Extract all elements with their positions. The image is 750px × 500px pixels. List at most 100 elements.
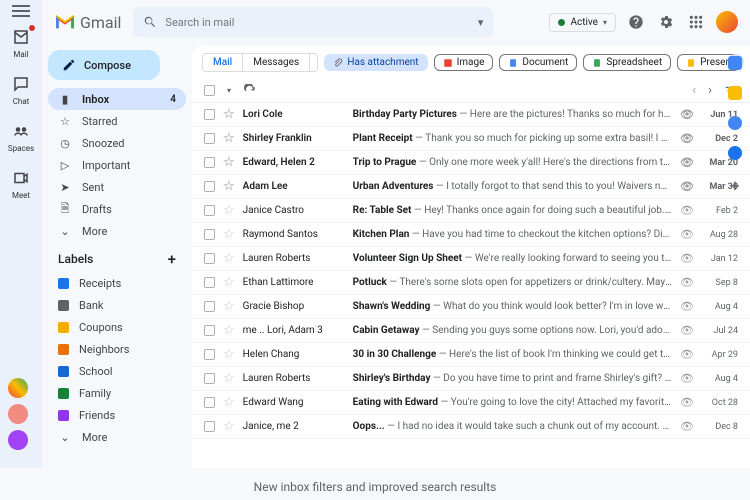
row-checkbox[interactable] [204,373,215,384]
keep-addon[interactable] [728,86,742,100]
visibility-icon[interactable]: 👁 [680,372,694,385]
row-checkbox[interactable] [204,253,215,264]
star-icon[interactable]: ☆ [223,251,235,266]
tab-spaces[interactable]: Spaces [310,54,318,71]
row-checkbox[interactable] [204,397,215,408]
compose-button[interactable]: Compose [48,50,160,80]
row-checkbox[interactable] [204,229,215,240]
email-row[interactable]: ☆Edward, Helen 2Trip to Prague — Only on… [192,151,750,175]
star-icon[interactable]: ☆ [223,275,235,290]
row-checkbox[interactable] [204,109,215,120]
star-icon[interactable]: ☆ [223,155,235,170]
next-page-button[interactable]: › [708,83,712,98]
visibility-icon[interactable]: 👁 [680,324,694,337]
row-checkbox[interactable] [204,421,215,432]
get-addons-button[interactable]: + [728,176,742,190]
search-options-icon[interactable]: ▾ [478,16,484,29]
presence-avatar[interactable] [8,404,28,424]
contacts-addon[interactable] [728,146,742,160]
visibility-icon[interactable]: 👁 [680,348,694,361]
visibility-icon[interactable]: 👁 [680,300,694,313]
row-checkbox[interactable] [204,181,215,192]
email-row[interactable]: ☆Janice CastroRe: Table Set — Hey! Thank… [192,199,750,223]
email-row[interactable]: ☆Lori ColeBirthday Party Pictures — Here… [192,103,750,127]
row-checkbox[interactable] [204,349,215,360]
tab-messages[interactable]: Messages [243,54,310,71]
nav-starred[interactable]: ☆Starred [48,110,186,132]
email-row[interactable]: ☆Edward WangEating with Edward — You're … [192,391,750,415]
star-icon[interactable]: ☆ [223,227,235,242]
visibility-icon[interactable]: 👁 [680,396,694,409]
select-menu-icon[interactable]: ▾ [227,86,231,95]
prev-page-button[interactable]: ‹ [692,83,696,98]
row-checkbox[interactable] [204,325,215,336]
visibility-icon[interactable]: 👁 [680,276,694,289]
email-row[interactable]: ☆Helen Chang30 in 30 Challenge — Here's … [192,343,750,367]
star-icon[interactable]: ☆ [223,131,235,146]
email-row[interactable]: ☆Janice, me 2Oops... — I had no idea it … [192,415,750,439]
row-checkbox[interactable] [204,205,215,216]
tab-mail[interactable]: Mail [203,54,243,71]
gmail-logo[interactable]: Gmail [54,13,121,32]
email-row[interactable]: ☆me .. Lori, Adam 3Cabin Getaway — Sendi… [192,319,750,343]
nav-important[interactable]: ▷Important [48,154,186,176]
label-receipts[interactable]: Receipts [48,272,186,294]
chip-image[interactable]: Image [434,54,494,71]
row-checkbox[interactable] [204,157,215,168]
refresh-button[interactable] [243,84,257,98]
chip-sheet[interactable]: Spreadsheet [583,54,671,71]
main-menu-button[interactable] [12,10,30,12]
search-input[interactable] [165,16,469,29]
visibility-icon[interactable]: 👁 [680,132,694,145]
star-icon[interactable]: ☆ [223,395,235,410]
add-label-button[interactable]: + [168,250,176,268]
visibility-icon[interactable]: 👁 [680,420,694,433]
chip-attach[interactable]: Has attachment [324,54,427,71]
visibility-icon[interactable]: 👁 [680,156,694,169]
settings-button[interactable] [656,12,676,32]
nav-more[interactable]: ⌄More [48,220,186,242]
account-avatar[interactable] [716,11,738,33]
star-icon[interactable]: ☆ [223,347,235,362]
select-all-checkbox[interactable] [204,85,215,96]
nav-drafts[interactable]: 🗎Drafts [48,198,186,220]
presence-avatar[interactable] [8,430,28,450]
nav-inbox[interactable]: ▮Inbox4 [48,88,186,110]
email-row[interactable]: ☆Lauren RobertsVolunteer Sign Up Sheet —… [192,247,750,271]
status-chip[interactable]: Active ▾ [549,13,616,32]
visibility-icon[interactable]: 👁 [680,228,694,241]
visibility-icon[interactable]: 👁 [680,252,694,265]
star-icon[interactable]: ☆ [223,107,235,122]
rail-spaces[interactable]: Spaces [8,120,34,153]
email-row[interactable]: ☆Raymond SantosKitchen Plan — Have you h… [192,223,750,247]
label-more[interactable]: ⌄More [48,426,186,448]
row-checkbox[interactable] [204,277,215,288]
rail-meet[interactable]: Meet [8,167,34,200]
support-button[interactable] [626,12,646,32]
chip-doc[interactable]: Document [499,54,577,71]
nav-snoozed[interactable]: ◷Snoozed [48,132,186,154]
label-school[interactable]: School [48,360,186,382]
visibility-icon[interactable]: 👁 [680,108,694,121]
email-row[interactable]: ☆Gracie BishopShawn's Wedding — What do … [192,295,750,319]
star-icon[interactable]: ☆ [223,419,235,434]
rail-chat[interactable]: Chat [8,73,34,106]
label-bank[interactable]: Bank [48,294,186,316]
visibility-icon[interactable]: 👁 [680,204,694,217]
row-checkbox[interactable] [204,133,215,144]
tasks-addon[interactable] [728,116,742,130]
star-icon[interactable]: ☆ [223,323,235,338]
email-row[interactable]: ☆Adam LeeUrban Adventures — I totally fo… [192,175,750,199]
star-icon[interactable]: ☆ [223,179,235,194]
email-row[interactable]: ☆Shirley FranklinPlant Receipt — Thank y… [192,127,750,151]
apps-button[interactable] [686,12,706,32]
label-coupons[interactable]: Coupons [48,316,186,338]
star-icon[interactable]: ☆ [223,371,235,386]
email-row[interactable]: ☆Lauren RobertsShirley's Birthday — Do y… [192,367,750,391]
search-bar[interactable]: ▾ [133,7,493,37]
nav-sent[interactable]: ➤Sent [48,176,186,198]
visibility-icon[interactable]: 👁 [680,180,694,193]
email-row[interactable]: ☆Ethan LattimorePotluck — There's some s… [192,271,750,295]
presence-avatar[interactable] [8,378,28,398]
star-icon[interactable]: ☆ [223,203,235,218]
